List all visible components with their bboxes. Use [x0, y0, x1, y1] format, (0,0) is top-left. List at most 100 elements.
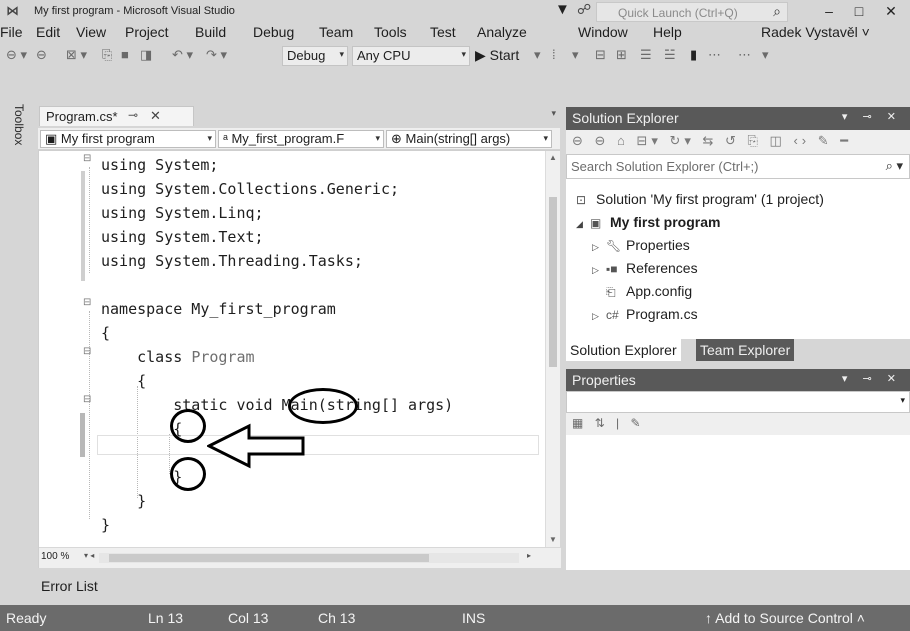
- navigate-icon[interactable]: ⊟: [595, 47, 606, 63]
- solution-explorer-search-input[interactable]: Search Solution Explorer (Ctrl+;) ⌕ ▾: [566, 154, 910, 179]
- menu-debug[interactable]: Debug: [253, 24, 294, 40]
- start-dropdown-icon[interactable]: ▾: [534, 47, 541, 63]
- forward-icon[interactable]: ⊖: [36, 47, 47, 63]
- menu-edit[interactable]: Edit: [36, 24, 60, 40]
- scroll-right-icon[interactable]: ▸: [527, 551, 531, 560]
- glyph-margin: [39, 151, 79, 547]
- tree-item-properties[interactable]: ▷ 🔧︎ Properties: [592, 237, 690, 253]
- vertical-scrollbar[interactable]: ▲ ▼: [545, 151, 560, 547]
- save-all-icon[interactable]: ◨: [140, 47, 152, 63]
- scroll-down-icon[interactable]: ▼: [549, 535, 557, 544]
- close-button[interactable]: ✕: [880, 1, 902, 21]
- uncomment-icon[interactable]: ☱: [664, 47, 676, 63]
- new-project-icon[interactable]: ⊠ ▾: [66, 47, 87, 63]
- toolbar-options-icon[interactable]: ▾: [762, 47, 769, 63]
- search-icon: ⌕ ▾: [885, 158, 903, 173]
- tree-label: References: [626, 260, 698, 276]
- menu-tools[interactable]: Tools: [374, 24, 407, 40]
- solution-configuration-dropdown[interactable]: Debug ▾: [282, 46, 348, 66]
- notifications-flag-icon[interactable]: ▼: [555, 1, 570, 18]
- collapse-icon[interactable]: ⊟: [83, 153, 91, 164]
- quick-launch-input[interactable]: Quick Launch (Ctrl+Q) ⌕: [596, 2, 788, 22]
- redo-icon[interactable]: ↷ ▾: [206, 47, 227, 63]
- open-file-icon[interactable]: ⎘: [102, 47, 112, 63]
- tab-team-explorer[interactable]: Team Explorer: [696, 339, 795, 361]
- quick-info-icon[interactable]: ⊞: [616, 47, 627, 63]
- toolbar-overflow-icon[interactable]: ▾: [572, 47, 579, 63]
- chevron-down-icon[interactable]: ▾: [551, 108, 556, 119]
- save-icon[interactable]: ■: [121, 47, 129, 62]
- status-insert-mode: INS: [462, 610, 486, 626]
- panel-window-controls[interactable]: ▾ ⊸ ✕: [842, 110, 902, 123]
- panel-window-controls[interactable]: ▾ ⊸ ✕: [842, 372, 902, 385]
- chevron-down-icon[interactable]: ▾ ◂: [84, 551, 94, 560]
- tree-item-references[interactable]: ▷ ▪■ References: [592, 260, 698, 276]
- scroll-up-icon[interactable]: ▲: [549, 153, 557, 162]
- collapsed-triangle-icon[interactable]: ▷: [592, 311, 606, 322]
- collapse-icon[interactable]: ⊟: [83, 346, 91, 357]
- bookmark-prev-icon[interactable]: ⋯: [708, 47, 721, 63]
- collapsed-triangle-icon[interactable]: ▷: [592, 265, 606, 276]
- menu-file[interactable]: File: [0, 24, 23, 40]
- browser-link-icon[interactable]: ⁞: [552, 47, 556, 62]
- navigation-bar: ▣ My first program ▾ ᵃ My_first_program.…: [38, 128, 560, 150]
- bookmark-icon[interactable]: ▮: [690, 47, 697, 63]
- menu-test[interactable]: Test: [430, 24, 456, 40]
- member-dropdown[interactable]: ⊕ Main(string[] args) ▾: [386, 130, 552, 148]
- scroll-thumb[interactable]: [549, 197, 557, 367]
- menu-project[interactable]: Project: [125, 24, 169, 40]
- collapse-icon[interactable]: ⊟: [83, 394, 91, 405]
- tree-item-project[interactable]: ◢ ▣ My first program: [576, 214, 720, 230]
- start-button[interactable]: ▶ Start: [475, 47, 519, 64]
- solution-explorer-toolbar-icons[interactable]: ⊖ ⊖ ⌂ ⊟▾ ↻▾ ⇆ ↺ ⎘ ◫ ‹› ✎ ━: [572, 133, 852, 149]
- method-icon: ⊕: [391, 131, 406, 146]
- chevron-down-icon: ▾: [339, 49, 344, 59]
- menu-team[interactable]: Team: [319, 24, 353, 40]
- close-icon[interactable]: ✕: [150, 108, 161, 124]
- properties-toolbar-icons[interactable]: ▦ ⇅ | ✎: [572, 416, 645, 430]
- tree-item-program-cs[interactable]: ▷ c# Program.cs: [592, 306, 698, 322]
- code-line-2: using System.Collections.Generic;: [101, 180, 400, 198]
- code-editor[interactable]: ⊟ ⊟ ⊟ ⊟ using System; using System.Colle…: [38, 150, 561, 568]
- back-icon[interactable]: ⊖ ▾: [6, 47, 27, 63]
- annotation-circle-main: [288, 388, 358, 424]
- tree-item-app-config[interactable]: ⎗ App.config: [606, 283, 692, 300]
- pin-icon[interactable]: ⊸: [128, 108, 138, 122]
- window-title: My first program - Microsoft Visual Stud…: [34, 5, 235, 17]
- menu-window[interactable]: Window: [578, 24, 628, 40]
- collapse-icon[interactable]: ⊟: [83, 297, 91, 308]
- collapsed-triangle-icon[interactable]: ▷: [592, 242, 606, 253]
- menu-build[interactable]: Build: [195, 24, 226, 40]
- maximize-button[interactable]: □: [848, 1, 870, 21]
- bookmark-next-icon[interactable]: ⋯: [738, 47, 751, 63]
- tree-item-solution[interactable]: ⊡ Solution 'My first program' (1 project): [576, 191, 824, 207]
- solution-platform-dropdown[interactable]: Any CPU ▾: [352, 46, 470, 66]
- toolbox-tab[interactable]: Toolbox: [10, 104, 26, 145]
- class-dropdown[interactable]: ᵃ My_first_program.F ▾: [218, 130, 384, 148]
- add-to-source-control-button[interactable]: ↑ Add to Source Control ˄: [705, 610, 865, 626]
- menu-view[interactable]: View: [76, 24, 106, 40]
- code-line-9: class Program: [101, 348, 255, 366]
- platform-value: Any CPU: [357, 48, 411, 63]
- account-name[interactable]: Radek Vystavěl ˅: [761, 24, 870, 40]
- menu-analyze[interactable]: Analyze: [477, 24, 527, 40]
- feedback-icon[interactable]: ☍: [577, 1, 591, 18]
- code-line-8: {: [101, 324, 111, 342]
- menu-help[interactable]: Help: [653, 24, 682, 40]
- project-dropdown[interactable]: ▣ My first program ▾: [40, 130, 216, 148]
- undo-icon[interactable]: ↶ ▾: [172, 47, 193, 63]
- properties-object-dropdown[interactable]: ▾: [566, 391, 910, 413]
- code-line: namespace My_first_program: [101, 300, 336, 318]
- tab-solution-explorer[interactable]: Solution Explorer: [566, 339, 681, 361]
- horizontal-scroll-thumb[interactable]: [109, 554, 429, 562]
- minimize-button[interactable]: –: [818, 1, 840, 21]
- tree-label: App.config: [626, 283, 693, 299]
- zoom-level[interactable]: 100 %: [41, 551, 69, 562]
- expanded-triangle-icon[interactable]: ◢: [576, 219, 590, 230]
- tab-error-list[interactable]: Error List: [36, 574, 106, 596]
- comment-icon[interactable]: ☰: [640, 47, 652, 63]
- code-line-5: using System.Threading.Tasks;: [101, 252, 363, 270]
- tab-program-cs[interactable]: Program.cs* ⊸ ✕: [39, 106, 194, 126]
- code-line: using System;: [101, 156, 218, 174]
- chevron-down-icon: ▾: [375, 133, 380, 143]
